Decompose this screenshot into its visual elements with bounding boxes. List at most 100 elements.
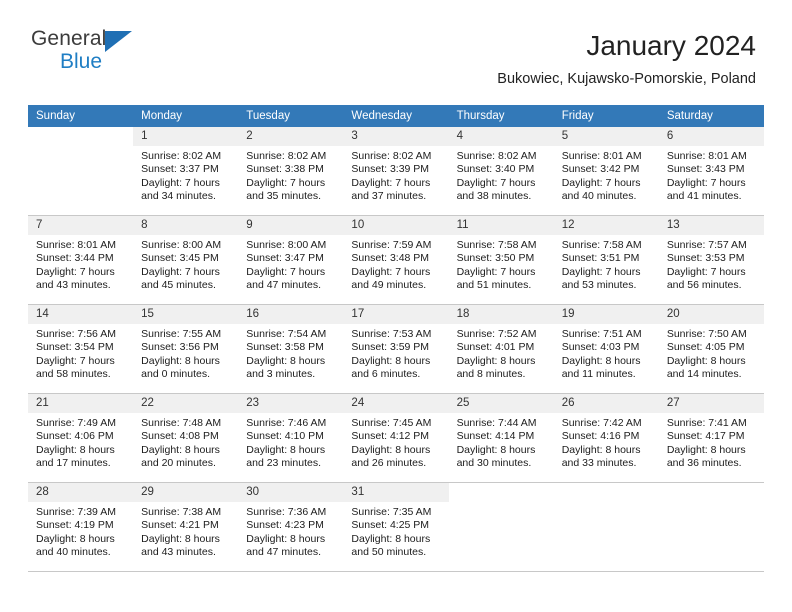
day-sunset-text: Sunset: 3:40 PM <box>456 163 535 176</box>
calendar-day-cell[interactable]: 31 Sunrise: 7:35 AM Sunset: 4:25 PM Dayligh… <box>343 483 449 570</box>
calendar-day-cell[interactable]: 26 Sunrise: 7:42 AM Sunset: 4:16 PM Dayligh… <box>553 394 659 481</box>
calendar-day-cell[interactable]: 16 Sunrise: 7:54 AM Sunset: 3:58 PM Dayligh… <box>238 305 344 392</box>
calendar-day-cell[interactable]: 4 Sunrise: 8:02 AM Sunset: 3:40 PM Daylight… <box>448 127 554 214</box>
day-number: 23 <box>238 394 344 413</box>
day-daylight1-text: Daylight: 7 hours <box>561 265 641 278</box>
day-daylight2-text: and 36 minutes. <box>666 456 742 469</box>
day-details: Sunrise: 7:54 AM Sunset: 3:58 PM Daylight:… <box>238 324 343 381</box>
day-sunset-text: Sunset: 3:43 PM <box>666 163 745 176</box>
day-daylight2-text: and 33 minutes. <box>561 456 637 469</box>
calendar-day-cell[interactable]: 6 Sunrise: 8:01 AM Sunset: 3:43 PM Daylight… <box>658 127 764 214</box>
day-sunrise-text: Sunrise: 8:00 AM <box>246 239 327 251</box>
calendar-day-cell[interactable]: 29 Sunrise: 7:38 AM Sunset: 4:21 PM Dayligh… <box>133 483 239 570</box>
day-details: Sunrise: 7:58 AM Sunset: 3:51 PM Daylight:… <box>554 235 659 292</box>
day-daylight1-text: Daylight: 7 hours <box>561 176 641 189</box>
location-subtitle: Bukowiec, Kujawsko-Pomorskie, Poland <box>497 71 756 88</box>
day-details: Sunrise: 7:59 AM Sunset: 3:48 PM Daylight:… <box>343 235 448 292</box>
day-daylight1-text: Daylight: 8 hours <box>141 532 220 545</box>
day-sunrise-text: Sunrise: 8:01 AM <box>666 150 747 162</box>
calendar-day-cell[interactable]: 3 Sunrise: 8:02 AM Sunset: 3:39 PM Daylight… <box>343 127 449 214</box>
day-daylight2-text: and 58 minutes. <box>36 367 111 380</box>
calendar-day-cell[interactable]: 10 Sunrise: 7:59 AM Sunset: 3:48 PM Dayligh… <box>343 216 449 303</box>
day-sunset-text: Sunset: 4:25 PM <box>351 519 430 532</box>
day-sunrise-text: Sunrise: 8:01 AM <box>561 150 642 162</box>
day-details: Sunrise: 7:56 AM Sunset: 3:54 PM Daylight:… <box>28 324 133 381</box>
day-number: 15 <box>133 305 239 324</box>
day-sunrise-text: Sunrise: 8:02 AM <box>351 150 432 162</box>
day-number: 6 <box>658 127 764 146</box>
day-sunrise-text: Sunrise: 7:52 AM <box>456 328 537 340</box>
day-number: 26 <box>553 394 659 413</box>
day-details: Sunrise: 7:52 AM Sunset: 4:01 PM Daylight:… <box>449 324 554 381</box>
day-sunset-text: Sunset: 3:39 PM <box>351 163 430 176</box>
weekday-header-tuesday: Tuesday <box>238 105 344 127</box>
day-sunrise-text: Sunrise: 7:51 AM <box>561 328 642 340</box>
calendar-day-cell[interactable]: 1 Sunrise: 8:02 AM Sunset: 3:37 PM Daylight… <box>133 127 239 214</box>
day-sunset-text: Sunset: 4:10 PM <box>246 430 324 443</box>
triangle-icon <box>105 31 132 52</box>
day-sunset-text: Sunset: 3:56 PM <box>141 341 219 354</box>
calendar-day-cell[interactable]: 21 Sunrise: 7:49 AM Sunset: 4:06 PM Dayligh… <box>28 394 134 481</box>
day-sunset-text: Sunset: 3:37 PM <box>141 163 219 176</box>
day-details: Sunrise: 8:02 AM Sunset: 3:37 PM Daylight:… <box>133 146 238 203</box>
day-daylight2-text: and 47 minutes. <box>246 278 321 291</box>
day-daylight2-text: and 35 minutes. <box>246 189 321 202</box>
day-details: Sunrise: 7:36 AM Sunset: 4:23 PM Daylight:… <box>238 502 343 559</box>
calendar-day-cell[interactable]: 18 Sunrise: 7:52 AM Sunset: 4:01 PM Dayligh… <box>448 305 554 392</box>
day-details: Sunrise: 7:53 AM Sunset: 3:59 PM Daylight:… <box>343 324 448 381</box>
day-daylight2-text: and 49 minutes. <box>351 278 427 291</box>
calendar-body: 1 Sunrise: 8:02 AM Sunset: 3:37 PM Daylight… <box>28 127 764 572</box>
calendar-cell-empty <box>448 483 554 570</box>
calendar-day-cell[interactable]: 27 Sunrise: 7:41 AM Sunset: 4:17 PM Dayligh… <box>658 394 764 481</box>
day-number: 22 <box>133 394 239 413</box>
calendar-day-cell[interactable]: 8 Sunrise: 8:00 AM Sunset: 3:45 PM Daylight… <box>133 216 239 303</box>
calendar-day-cell[interactable]: 9 Sunrise: 8:00 AM Sunset: 3:47 PM Daylight… <box>238 216 344 303</box>
day-daylight2-text: and 11 minutes. <box>561 367 636 380</box>
day-daylight1-text: Daylight: 8 hours <box>561 354 641 367</box>
calendar-day-cell[interactable]: 25 Sunrise: 7:44 AM Sunset: 4:14 PM Dayligh… <box>448 394 554 481</box>
calendar-day-cell[interactable]: 17 Sunrise: 7:53 AM Sunset: 3:59 PM Dayligh… <box>343 305 449 392</box>
day-sunrise-text: Sunrise: 7:57 AM <box>666 239 747 251</box>
calendar-week-row: 1 Sunrise: 8:02 AM Sunset: 3:37 PM Daylight… <box>28 127 764 216</box>
day-details: Sunrise: 7:44 AM Sunset: 4:14 PM Daylight:… <box>449 413 554 470</box>
day-daylight1-text: Daylight: 8 hours <box>666 354 746 367</box>
calendar-day-cell[interactable]: 23 Sunrise: 7:46 AM Sunset: 4:10 PM Dayligh… <box>238 394 344 481</box>
day-sunrise-text: Sunrise: 7:50 AM <box>666 328 747 340</box>
day-daylight1-text: Daylight: 8 hours <box>36 532 115 545</box>
day-daylight1-text: Daylight: 8 hours <box>141 443 220 456</box>
day-daylight2-text: and 17 minutes. <box>36 456 111 469</box>
day-number: 30 <box>238 483 344 502</box>
day-daylight2-text: and 23 minutes. <box>246 456 321 469</box>
calendar-day-cell[interactable]: 5 Sunrise: 8:01 AM Sunset: 3:42 PM Daylight… <box>553 127 659 214</box>
day-number: 27 <box>658 394 764 413</box>
day-sunrise-text: Sunrise: 8:01 AM <box>36 239 116 251</box>
day-sunset-text: Sunset: 3:45 PM <box>141 252 219 265</box>
day-details: Sunrise: 8:01 AM Sunset: 3:44 PM Daylight:… <box>28 235 133 292</box>
day-number <box>448 483 554 502</box>
day-number: 21 <box>28 394 134 413</box>
day-daylight1-text: Daylight: 8 hours <box>246 354 326 367</box>
calendar-day-cell[interactable]: 7 Sunrise: 8:01 AM Sunset: 3:44 PM Daylight… <box>28 216 134 303</box>
calendar-day-cell[interactable]: 28 Sunrise: 7:39 AM Sunset: 4:19 PM Dayligh… <box>28 483 134 570</box>
calendar-day-cell[interactable]: 19 Sunrise: 7:51 AM Sunset: 4:03 PM Dayligh… <box>553 305 659 392</box>
day-daylight2-text: and 40 minutes. <box>561 189 637 202</box>
calendar-day-cell[interactable]: 15 Sunrise: 7:55 AM Sunset: 3:56 PM Dayligh… <box>133 305 239 392</box>
calendar-day-cell[interactable]: 14 Sunrise: 7:56 AM Sunset: 3:54 PM Dayligh… <box>28 305 134 392</box>
calendar-day-cell[interactable]: 2 Sunrise: 8:02 AM Sunset: 3:38 PM Daylight… <box>238 127 344 214</box>
brand-logo[interactable]: General Blue <box>31 28 151 78</box>
calendar-day-cell[interactable]: 20 Sunrise: 7:50 AM Sunset: 4:05 PM Dayligh… <box>658 305 764 392</box>
calendar-day-cell[interactable]: 30 Sunrise: 7:36 AM Sunset: 4:23 PM Dayligh… <box>238 483 344 570</box>
day-number: 3 <box>343 127 449 146</box>
calendar-day-cell[interactable]: 22 Sunrise: 7:48 AM Sunset: 4:08 PM Dayligh… <box>133 394 239 481</box>
day-number: 28 <box>28 483 134 502</box>
day-sunrise-text: Sunrise: 7:44 AM <box>456 417 537 429</box>
calendar-day-cell[interactable]: 11 Sunrise: 7:58 AM Sunset: 3:50 PM Dayligh… <box>448 216 554 303</box>
day-daylight2-text: and 38 minutes. <box>456 189 532 202</box>
day-number <box>553 483 659 502</box>
calendar-day-cell[interactable]: 24 Sunrise: 7:45 AM Sunset: 4:12 PM Dayligh… <box>343 394 449 481</box>
calendar-day-cell[interactable]: 12 Sunrise: 7:58 AM Sunset: 3:51 PM Dayligh… <box>553 216 659 303</box>
day-number <box>658 483 764 502</box>
day-sunset-text: Sunset: 4:21 PM <box>141 519 219 532</box>
calendar-day-cell[interactable]: 13 Sunrise: 7:57 AM Sunset: 3:53 PM Dayligh… <box>658 216 764 303</box>
day-sunset-text: Sunset: 3:42 PM <box>561 163 640 176</box>
